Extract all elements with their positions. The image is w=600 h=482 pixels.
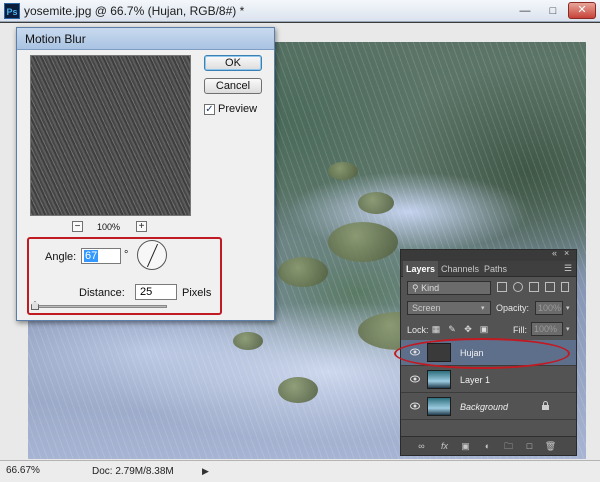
distance-slider[interactable] xyxy=(35,305,167,308)
chevron-down-icon[interactable]: ▾ xyxy=(481,304,485,312)
link-layers-icon[interactable]: ∞ xyxy=(415,440,428,452)
chevron-down-icon[interactable]: ▾ xyxy=(566,304,570,312)
document-title: yosemite.jpg @ 66.7% (Hujan, RGB/8#) * xyxy=(24,4,245,18)
distance-label: Distance: xyxy=(79,287,125,299)
minimize-icon[interactable]: — xyxy=(514,3,536,19)
tab-layers[interactable]: Layers xyxy=(403,261,439,277)
status-bar: 66.67% Doc: 2.79M/8.38M ▶ xyxy=(0,460,600,482)
rock xyxy=(278,377,318,403)
search-icon: ⚲ xyxy=(412,283,419,293)
panel-header[interactable]: « × xyxy=(401,248,576,261)
blend-mode-select[interactable]: Screen xyxy=(407,301,491,315)
filter-kind-label: Kind xyxy=(421,283,440,293)
adjustment-filter-icon[interactable] xyxy=(513,282,523,292)
dialog-title: Motion Blur xyxy=(25,32,86,46)
angle-value: 67 xyxy=(84,250,99,262)
shape-filter-icon[interactable] xyxy=(545,282,555,292)
degree-symbol: ° xyxy=(124,249,129,261)
rock xyxy=(358,192,394,214)
hujan-layer-highlight xyxy=(394,338,570,369)
preview-checkbox[interactable]: ✓ xyxy=(204,104,215,115)
collapse-icon[interactable]: « xyxy=(552,248,557,258)
angle-label: Angle: xyxy=(45,251,77,263)
lock-position-icon[interactable]: ✥ xyxy=(463,324,473,334)
filter-preview[interactable] xyxy=(30,55,191,216)
motion-blur-dialog: Motion Blur − 100% + OK Cancel ✓ Preview… xyxy=(16,27,275,321)
panel-tabs: Layers Channels Paths ☰ xyxy=(401,261,576,277)
tab-paths[interactable]: Paths xyxy=(481,261,510,277)
fill-input[interactable]: 100% xyxy=(531,322,563,336)
document-size: Doc: 2.79M/8.38M xyxy=(92,466,174,477)
angle-dial-line xyxy=(146,243,159,268)
type-filter-icon[interactable] xyxy=(529,282,539,292)
chevron-down-icon[interactable]: ▾ xyxy=(566,325,570,333)
add-mask-icon[interactable]: ▣ xyxy=(459,440,472,452)
layer-name: Background xyxy=(460,402,509,412)
preview-zoom-level: 100% xyxy=(97,222,121,232)
panel-footer: ∞ fx ▣ ◐ 🗀 □ 🗑 xyxy=(401,436,576,455)
new-layer-icon[interactable]: □ xyxy=(523,440,536,452)
layer-row-background[interactable]: Background xyxy=(401,394,576,420)
pixels-unit-label: Pixels xyxy=(182,287,212,299)
opacity-label: Opacity: xyxy=(496,303,530,313)
eye-icon[interactable] xyxy=(410,375,420,383)
status-menu-arrow-icon[interactable]: ▶ xyxy=(202,466,209,477)
maximize-icon[interactable]: □ xyxy=(542,3,564,19)
photoshop-logo-icon: Ps xyxy=(4,3,20,19)
close-icon[interactable]: × xyxy=(564,248,569,258)
rock xyxy=(278,257,328,287)
lock-icon xyxy=(542,401,549,410)
lock-all-icon[interactable]: ▣ xyxy=(479,324,489,334)
rock xyxy=(328,162,358,180)
layer-thumbnail xyxy=(427,370,451,389)
smart-object-filter-icon[interactable] xyxy=(561,282,569,292)
angle-input[interactable]: 67 xyxy=(81,248,121,264)
lock-image-pixels-icon[interactable]: ✎ xyxy=(447,324,457,334)
adjustment-layer-icon[interactable]: ◐ xyxy=(481,440,494,452)
fill-label: Fill: xyxy=(513,325,527,335)
cancel-button[interactable]: Cancel xyxy=(204,78,262,94)
layer-thumbnail xyxy=(427,397,451,416)
rock xyxy=(233,332,263,350)
eye-icon[interactable] xyxy=(410,402,420,410)
layer-name: Layer 1 xyxy=(460,375,491,385)
zoom-in-button[interactable]: + xyxy=(136,221,147,232)
layer-style-icon[interactable]: fx xyxy=(438,440,451,452)
layer-filter-select[interactable]: ⚲ Kind xyxy=(407,281,491,295)
lock-transparent-pixels-icon[interactable]: ▦ xyxy=(431,324,441,334)
angle-dial[interactable] xyxy=(137,240,167,270)
layer-row-layer-1[interactable]: Layer 1 xyxy=(401,367,576,393)
panel-menu-icon[interactable]: ☰ xyxy=(564,263,572,274)
zoom-readout[interactable]: 66.67% xyxy=(6,465,50,479)
preview-label: Preview xyxy=(218,103,258,115)
ok-button[interactable]: OK xyxy=(204,55,262,71)
zoom-out-button[interactable]: − xyxy=(72,221,83,232)
close-icon[interactable]: ✕ xyxy=(568,2,596,19)
new-group-icon[interactable]: 🗀 xyxy=(502,440,515,452)
lock-label: Lock: xyxy=(407,325,429,335)
document-titlebar[interactable]: Ps yosemite.jpg @ 66.7% (Hujan, RGB/8#) … xyxy=(0,0,600,22)
rock xyxy=(328,222,398,262)
pixel-filter-icon[interactable] xyxy=(497,282,507,292)
trash-icon[interactable]: 🗑 xyxy=(544,440,557,452)
tab-channels[interactable]: Channels xyxy=(438,261,482,277)
opacity-input[interactable]: 100% xyxy=(535,301,563,315)
distance-input[interactable]: 25 xyxy=(135,284,177,300)
dialog-titlebar[interactable]: Motion Blur xyxy=(17,28,274,50)
